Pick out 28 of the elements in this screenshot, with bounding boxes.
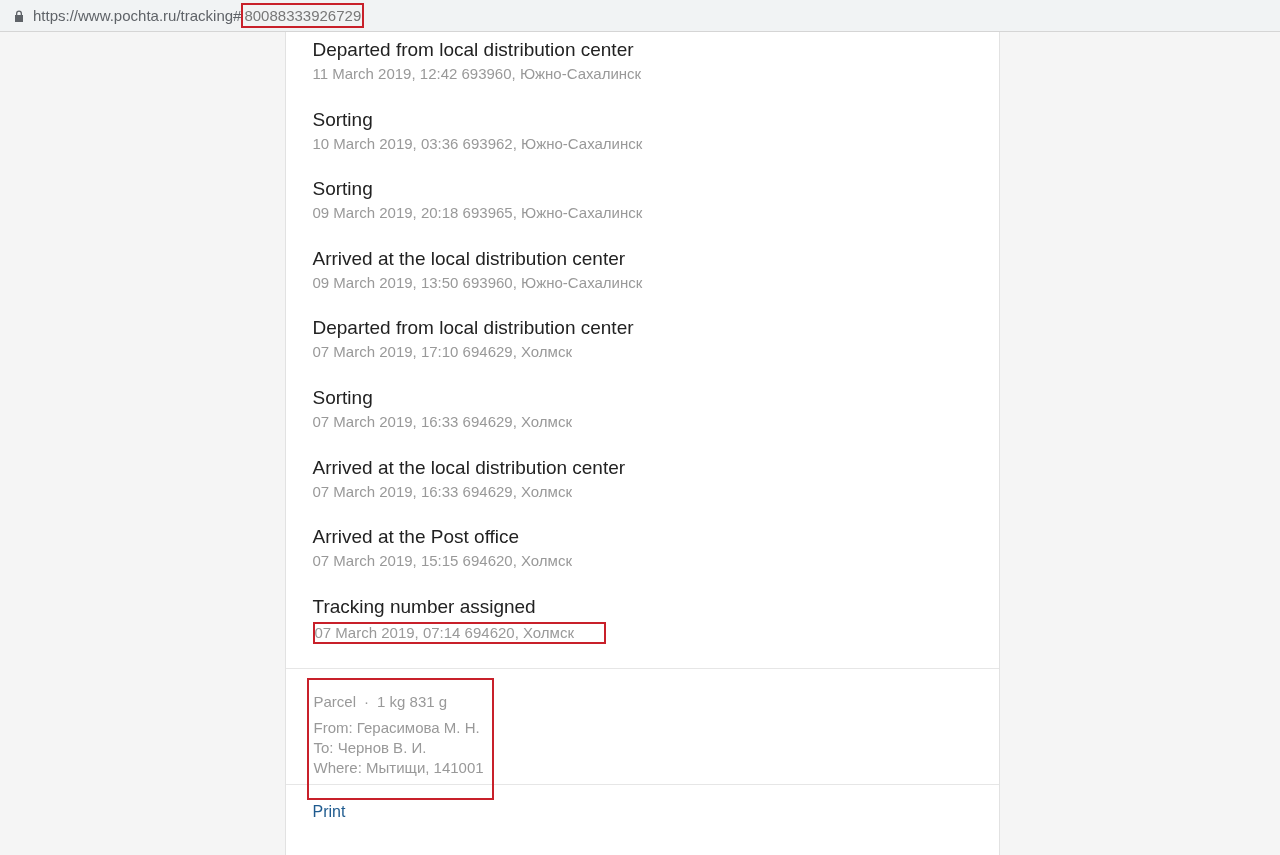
event-title: Arrived at the local distribution center: [312, 246, 627, 271]
event-title: Sorting: [312, 177, 374, 202]
parcel-weight: 1 kg 831 g: [377, 692, 448, 713]
event-details: 07 March 2019, 15:15 694620, Холмск: [312, 552, 572, 571]
event-details: 07 March 2019, 07:14 694620, Холмск: [312, 621, 606, 644]
event-title: Arrived at the local distribution center: [312, 455, 627, 480]
destination: Where: Мытищи, 141001: [313, 758, 484, 779]
event-details: 07 March 2019, 17:10 694629, Холмск: [312, 343, 572, 362]
event-details: 07 March 2019, 16:33 694629, Холмск: [312, 412, 572, 431]
event-title: Sorting: [312, 385, 374, 410]
print-link[interactable]: Print: [312, 803, 346, 821]
parcel-type: Parcel: [313, 692, 357, 713]
event-title: Departed from local distribution center: [312, 316, 635, 341]
separator: ·: [364, 692, 370, 713]
event-title: Tracking number assigned: [312, 594, 537, 619]
event-details: 07 March 2019, 16:33 694629, Холмск: [312, 482, 572, 501]
event-title: Sorting: [312, 107, 374, 132]
lock-icon: [14, 9, 24, 22]
event-title: Departed from local distribution center: [312, 38, 635, 62]
event-title: Arrived at the Post office: [312, 525, 521, 550]
url-text[interactable]: https://www.pochta.ru/tracking#: [33, 7, 242, 24]
recipient: To: Чернов В. И.: [313, 738, 428, 759]
sender: From: Герасимова М. Н.: [313, 718, 481, 739]
event-details: 09 March 2019, 20:18 693965, Южно-Сахалинск: [312, 204, 643, 223]
event-details: 09 March 2019, 13:50 693960, Южно-Сахалинск: [312, 273, 643, 292]
event-details: 10 March 2019, 03:36 693962, Южно-Сахалинск: [312, 134, 643, 153]
tracking-number: 80088333926729: [241, 3, 365, 28]
event-details: 11 March 2019, 12:42 693960, Южно-Сахалинск: [312, 65, 642, 83]
